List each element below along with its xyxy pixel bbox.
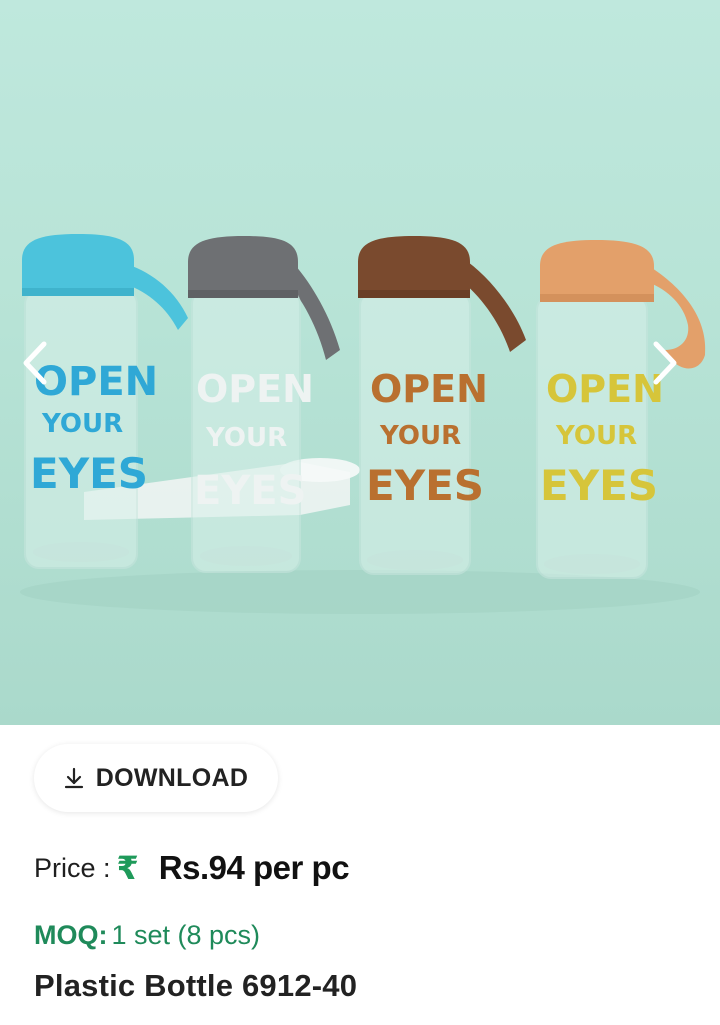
price-row: Price : ₹ Rs.94 per pc xyxy=(34,846,350,890)
svg-text:OPEN: OPEN xyxy=(196,367,314,411)
bottle-orange: OPEN YOUR EYES xyxy=(536,240,706,579)
moq-row: MOQ: 1 set (8 pcs) xyxy=(34,916,260,954)
download-arrow-icon xyxy=(64,767,84,789)
svg-text:YOUR: YOUR xyxy=(41,409,123,439)
svg-text:YOUR: YOUR xyxy=(555,421,637,451)
gallery-next-button[interactable] xyxy=(650,340,700,400)
chevron-left-icon xyxy=(23,341,47,385)
price-label: Price : xyxy=(34,852,111,883)
product-image-gallery[interactable]: OPEN YOUR EYES OPEN YOUR EYES OPEN YOUR … xyxy=(0,0,720,725)
svg-text:OPEN: OPEN xyxy=(370,367,488,411)
download-button[interactable]: DOWNLOAD xyxy=(34,744,278,812)
svg-text:EYES: EYES xyxy=(194,468,306,514)
svg-text:EYES: EYES xyxy=(366,461,484,510)
rupee-icon: ₹ xyxy=(116,850,139,886)
download-label: DOWNLOAD xyxy=(95,763,249,792)
svg-text:EYES: EYES xyxy=(540,461,658,510)
moq-label: MOQ: xyxy=(34,919,108,950)
svg-text:OPEN: OPEN xyxy=(546,367,664,411)
bottle-brown: OPEN YOUR EYES xyxy=(358,236,526,575)
svg-text:EYES: EYES xyxy=(30,449,148,498)
product-photo: OPEN YOUR EYES OPEN YOUR EYES OPEN YOUR … xyxy=(20,234,706,614)
product-title: Plastic Bottle 6912-40 xyxy=(34,968,358,1003)
chevron-right-icon xyxy=(653,341,677,385)
price-value: Rs.94 per pc xyxy=(158,849,350,886)
moq-value: 1 set (8 pcs) xyxy=(111,919,261,950)
bottle-grey: OPEN YOUR EYES xyxy=(188,236,340,573)
svg-text:YOUR: YOUR xyxy=(379,421,461,451)
svg-text:YOUR: YOUR xyxy=(205,423,287,453)
gallery-prev-button[interactable] xyxy=(20,340,70,400)
